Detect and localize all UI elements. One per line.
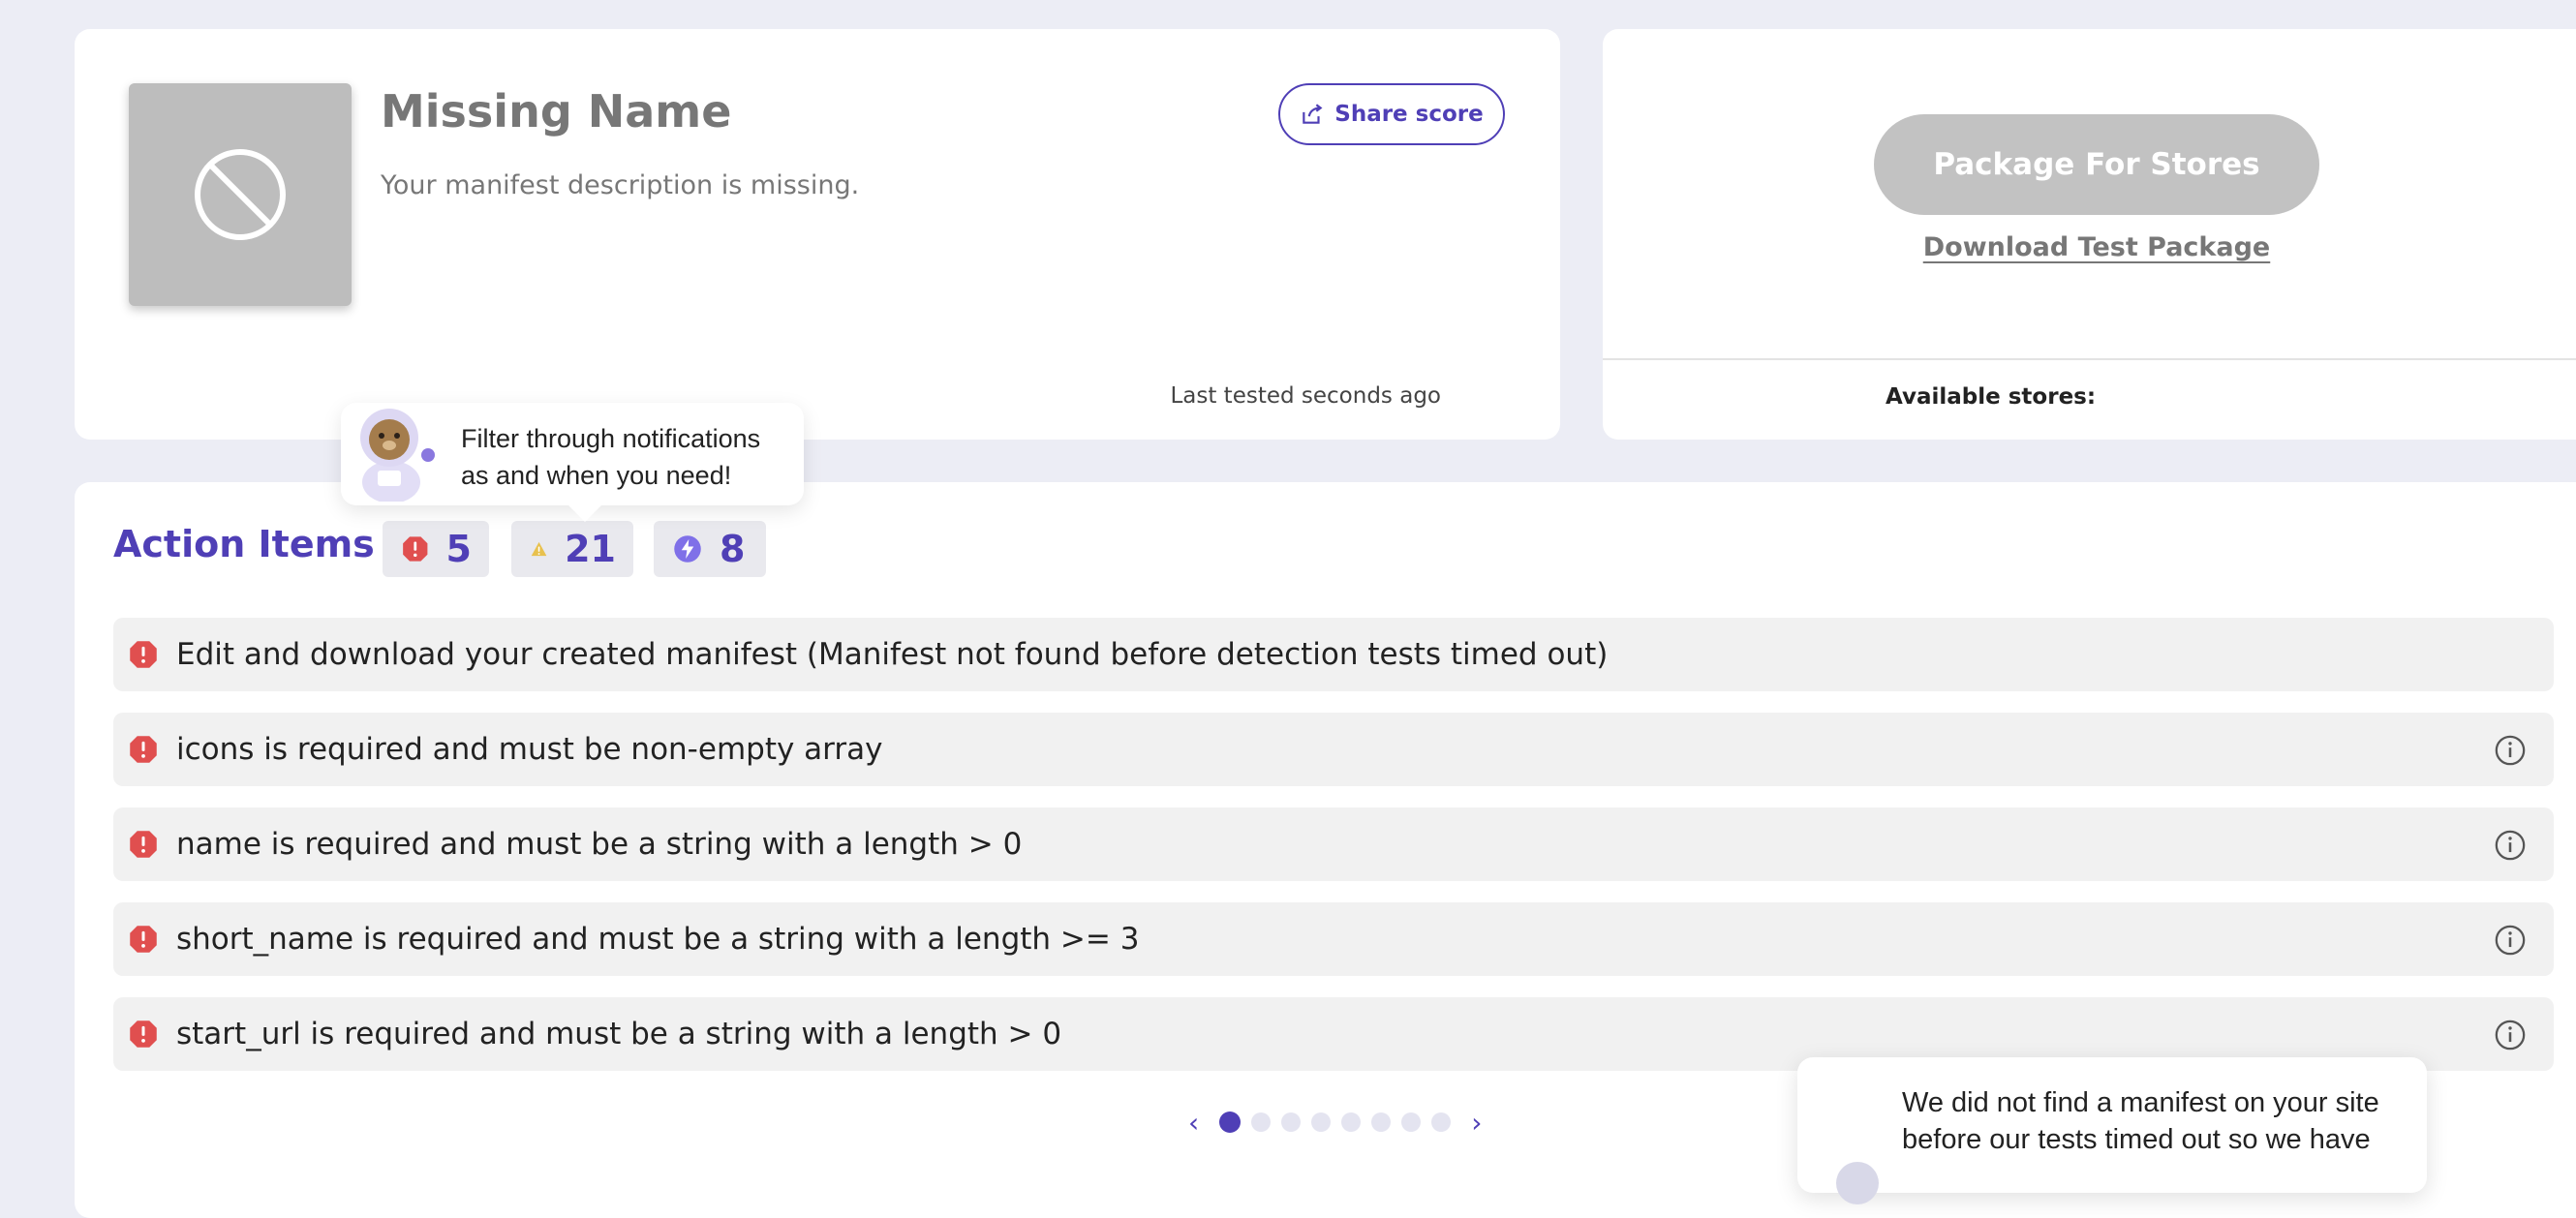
warnings-filter-button[interactable]: 21 [511, 521, 633, 577]
pager-dot[interactable] [1401, 1112, 1422, 1132]
avatar [1836, 1162, 1879, 1204]
info-icon[interactable] [2494, 829, 2527, 862]
carousel-pager: ‹ › [1179, 1107, 1491, 1139]
download-test-package-link[interactable]: Download Test Package [1874, 232, 2319, 262]
errors-filter-button[interactable]: 5 [383, 521, 489, 577]
info-icon[interactable] [2494, 1019, 2527, 1051]
error-icon [403, 536, 428, 562]
list-item[interactable]: Edit and download your created manifest … [113, 618, 2554, 691]
pager-dot[interactable] [1281, 1112, 1302, 1132]
app-icon-placeholder [129, 83, 352, 306]
filter-tooltip-text: Filter through notifications as and when… [461, 424, 761, 490]
pager-dot[interactable] [1341, 1112, 1362, 1132]
error-icon [130, 1020, 157, 1048]
manifest-tooltip-text: We did not find a manifest on your site … [1902, 1087, 2379, 1155]
share-score-label: Share score [1334, 102, 1484, 127]
action-items-title: Action Items [113, 523, 375, 565]
pager-dot[interactable] [1371, 1112, 1392, 1132]
enhancements-count: 8 [720, 528, 746, 570]
pager-dot[interactable] [1311, 1112, 1332, 1132]
enhancements-filter-button[interactable]: 8 [654, 521, 766, 577]
manifest-tooltip: We did not find a manifest on your site … [1797, 1057, 2427, 1204]
divider [1603, 358, 2576, 360]
app-description: Your manifest description is missing. [381, 170, 860, 200]
error-icon [130, 926, 157, 953]
list-item[interactable]: icons is required and must be non-empty … [113, 713, 2554, 786]
pager-dot[interactable] [1431, 1112, 1452, 1132]
list-item-text: name is required and must be a string wi… [176, 827, 1023, 862]
error-icon [130, 736, 157, 763]
warning-icon [531, 541, 547, 557]
store-package-card: Package For Stores Download Test Package… [1603, 29, 2576, 440]
info-icon[interactable] [2494, 924, 2527, 957]
list-item-text: short_name is required and must be a str… [176, 922, 1140, 957]
app-name: Missing Name [381, 85, 732, 137]
no-icon-icon [195, 149, 286, 240]
available-stores-label: Available stores: [1886, 384, 2097, 410]
chevron-right-icon[interactable]: › [1471, 1107, 1482, 1139]
chevron-left-icon[interactable]: ‹ [1188, 1107, 1199, 1139]
warnings-count: 21 [565, 528, 616, 570]
app-summary-card: Missing Name Your manifest description i… [75, 29, 1560, 440]
list-item-text: Edit and download your created manifest … [176, 637, 1609, 672]
pager-dot[interactable] [1251, 1112, 1272, 1132]
share-score-button[interactable]: Share score [1278, 83, 1505, 145]
error-icon [130, 641, 157, 668]
list-item-text: start_url is required and must be a stri… [176, 1017, 1062, 1051]
package-for-stores-button[interactable]: Package For Stores [1874, 114, 2319, 215]
last-tested-text: Last tested seconds ago [1170, 383, 1441, 409]
pager-dot[interactable] [1219, 1111, 1242, 1133]
list-item-text: icons is required and must be non-empty … [176, 732, 883, 767]
share-icon [1303, 104, 1323, 124]
error-icon [130, 831, 157, 858]
lightning-icon [674, 535, 701, 563]
errors-count: 5 [445, 528, 472, 570]
filter-tooltip: Filter through notifications as and when… [341, 403, 804, 505]
info-icon[interactable] [2494, 734, 2527, 767]
list-item[interactable]: short_name is required and must be a str… [113, 902, 2554, 976]
list-item[interactable]: name is required and must be a string wi… [113, 807, 2554, 881]
mascot-icon [360, 409, 435, 502]
